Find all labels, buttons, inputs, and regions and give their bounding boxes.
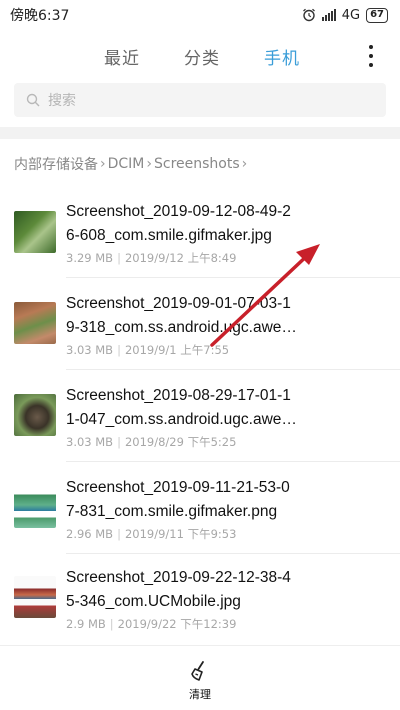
tab-recent[interactable]: 最近 xyxy=(104,44,140,69)
file-size: 2.9 MB xyxy=(66,617,106,631)
status-bar: 傍晚6:37 4G 67 xyxy=(0,0,400,30)
breadcrumb: 内部存储设备 › DCIM › Screenshots › xyxy=(14,154,249,174)
file-date: 2019/9/11 下午9:53 xyxy=(124,527,237,541)
file-meta: 3.03 MB | 2019/8/29 下午5:25 xyxy=(66,435,237,449)
breadcrumb-item-storage[interactable]: 内部存储设备 xyxy=(14,154,98,174)
file-meta: 2.9 MB | 2019/9/22 下午12:39 xyxy=(66,617,237,631)
chevron-right-icon: › xyxy=(100,156,106,172)
file-name: Screenshot_2019-09-12-08-49-2 6-608_com.… xyxy=(66,203,291,244)
battery-indicator: 67 xyxy=(366,7,388,23)
tab-category[interactable]: 分类 xyxy=(184,44,220,69)
more-menu-icon[interactable] xyxy=(368,45,374,67)
broom-icon[interactable] xyxy=(189,660,211,682)
file-meta: 2.96 MB | 2019/9/11 下午9:53 xyxy=(66,527,237,541)
file-row[interactable]: Screenshot_2019-09-11-21-53-0 7-831_com.… xyxy=(0,462,400,554)
file-size: 3.03 MB xyxy=(66,435,114,449)
file-meta: 3.03 MB | 2019/9/1 上午7:55 xyxy=(66,343,230,357)
file-date: 2019/9/1 上午7:55 xyxy=(124,343,230,357)
file-row[interactable]: Screenshot_2019-09-22-12-38-4 5-346_com.… xyxy=(0,554,400,646)
file-thumbnail xyxy=(14,576,56,618)
file-size: 3.29 MB xyxy=(66,251,114,265)
file-date: 2019/8/29 下午5:25 xyxy=(124,435,237,449)
section-divider xyxy=(0,127,400,139)
file-name: Screenshot_2019-09-11-21-53-0 7-831_com.… xyxy=(66,479,290,520)
file-thumbnail xyxy=(14,302,56,344)
file-size: 3.03 MB xyxy=(66,343,114,357)
chevron-right-icon: › xyxy=(241,156,248,172)
tab-phone[interactable]: 手机 xyxy=(264,44,300,69)
file-thumbnail xyxy=(14,394,56,436)
file-row[interactable]: Screenshot_2019-09-01-07-03-1 9-318_com.… xyxy=(0,278,400,370)
search-placeholder: 搜索 xyxy=(48,93,76,109)
bottom-action-bar: 清理 xyxy=(0,645,400,710)
top-tabs: 最近 分类 手机 xyxy=(0,36,400,76)
file-thumbnail xyxy=(14,486,56,528)
alarm-icon xyxy=(302,8,315,22)
file-name: Screenshot_2019-08-29-17-01-1 1-047_com.… xyxy=(66,387,297,428)
file-size: 2.96 MB xyxy=(66,527,114,541)
clean-button[interactable]: 清理 xyxy=(189,686,211,702)
file-date: 2019/9/12 上午8:49 xyxy=(124,251,237,265)
file-thumbnail xyxy=(14,211,56,253)
status-time: 傍晚6:37 xyxy=(10,8,70,24)
network-type: 4G xyxy=(341,7,361,23)
search-input[interactable]: 搜索 xyxy=(14,83,386,117)
status-icons: 4G 67 xyxy=(302,7,388,23)
breadcrumb-item-dcim[interactable]: DCIM xyxy=(108,156,145,172)
file-row[interactable]: Screenshot_2019-08-29-17-01-1 1-047_com.… xyxy=(0,370,400,462)
file-row[interactable]: Screenshot_2019-09-12-08-49-2 6-608_com.… xyxy=(0,186,400,278)
breadcrumb-item-screenshots[interactable]: Screenshots xyxy=(154,156,240,172)
file-meta: 3.29 MB | 2019/9/12 上午8:49 xyxy=(66,251,237,265)
chevron-right-icon: › xyxy=(146,156,152,172)
file-date: 2019/9/22 下午12:39 xyxy=(117,617,237,631)
file-name: Screenshot_2019-09-01-07-03-1 9-318_com.… xyxy=(66,295,297,336)
file-name: Screenshot_2019-09-22-12-38-4 5-346_com.… xyxy=(66,569,291,610)
search-icon xyxy=(26,93,40,107)
signal-icon xyxy=(321,9,336,21)
